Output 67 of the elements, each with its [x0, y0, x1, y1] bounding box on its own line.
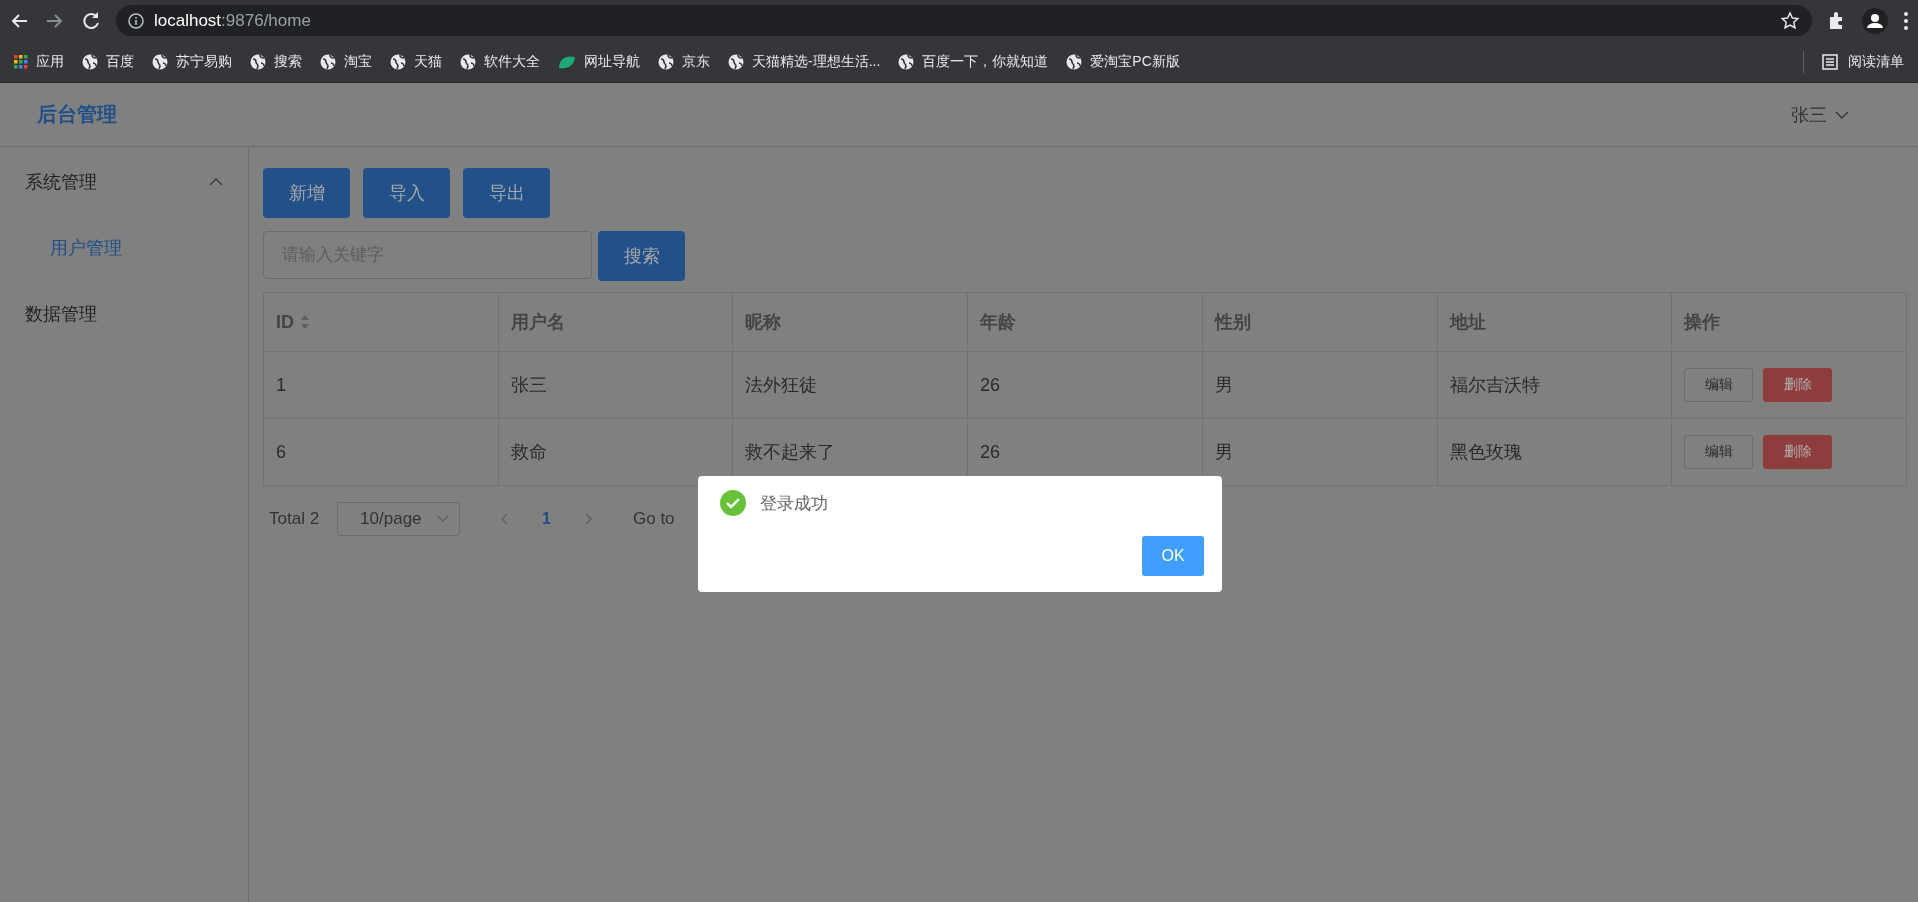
bookmark[interactable]: 软件大全 [460, 52, 540, 71]
edit-button[interactable]: 编辑 [1684, 435, 1754, 469]
globe-icon [460, 53, 476, 70]
reading-list-button[interactable]: 阅读清单 [1822, 52, 1904, 71]
bookmark[interactable]: 百度 [82, 52, 134, 71]
bookmark[interactable]: 京东 [658, 52, 710, 71]
bookmark[interactable]: 淘宝 [320, 52, 372, 71]
search-button[interactable]: 搜索 [598, 231, 685, 281]
url-text: localhost:9876/home [154, 10, 311, 31]
star-icon[interactable] [1780, 10, 1800, 31]
column-header: 用户名 [498, 292, 733, 352]
chevron-down-icon [1835, 109, 1849, 120]
bookmark[interactable]: 天猫 [390, 52, 442, 71]
dialog-message: 登录成功 [760, 492, 828, 515]
globe-icon [898, 53, 915, 70]
list-icon [1822, 53, 1838, 70]
menu-item[interactable]: 数据管理 [0, 281, 248, 347]
globe-icon [152, 53, 168, 70]
delete-button[interactable]: 删除 [1763, 435, 1833, 469]
globe-icon [390, 53, 406, 70]
column-header: 年龄 [967, 292, 1203, 352]
column-header: 昵称 [732, 292, 968, 352]
page-number[interactable]: 1 [542, 510, 551, 528]
bookmark[interactable]: 苏宁易购 [152, 52, 232, 71]
globe-icon [82, 53, 98, 70]
total-count: Total 2 [269, 509, 320, 529]
toolbar-button[interactable]: 导入 [363, 168, 450, 218]
chevron-down-icon [437, 515, 450, 523]
page-size-select[interactable]: 10/page [337, 502, 461, 536]
globe-icon [320, 53, 336, 70]
bookmark[interactable]: 网址导航 [558, 52, 640, 71]
submenu-item[interactable]: 用户管理 [0, 215, 248, 281]
table-cell: 6 [263, 418, 499, 486]
avatar-icon[interactable] [1862, 7, 1888, 34]
menu-item[interactable]: 系统管理 [0, 149, 248, 215]
delete-button[interactable]: 删除 [1763, 368, 1833, 402]
brand-title: 后台管理 [37, 102, 117, 127]
info-icon [128, 12, 144, 29]
goto-label: Go to [633, 509, 675, 529]
bookmark[interactable]: 天猫精选-理想生活... [728, 52, 881, 71]
grid-icon [14, 54, 28, 69]
ok-button[interactable]: OK [1142, 536, 1204, 576]
bookmark[interactable]: 爱淘宝PC新版 [1066, 52, 1180, 71]
user-menu[interactable]: 张三 [1791, 102, 1849, 127]
globe-icon [658, 53, 674, 70]
bookmark[interactable]: 应用 [14, 52, 64, 71]
toolbar-button[interactable]: 导出 [463, 168, 550, 218]
table-cell: 福尔吉沃特 [1437, 351, 1672, 419]
globe-icon [1066, 53, 1083, 70]
table-cell: 黑色玫瑰 [1437, 418, 1672, 486]
globe-icon [728, 53, 744, 70]
table-cell: 法外狂徒 [732, 351, 968, 419]
column-header: ID [263, 292, 499, 352]
edit-button[interactable]: 编辑 [1684, 368, 1754, 402]
globe-icon [250, 53, 266, 70]
column-header: 地址 [1437, 292, 1672, 352]
bookmark[interactable]: 百度一下，你就知道 [898, 52, 1049, 71]
column-header: 操作 [1671, 292, 1907, 352]
address-bar[interactable]: localhost:9876/home [116, 5, 1812, 36]
column-header: 性别 [1202, 292, 1437, 352]
table-cell: 张三 [498, 351, 733, 419]
toolbar-button[interactable]: 新增 [263, 168, 350, 218]
more-icon[interactable] [1902, 9, 1910, 32]
bookmark[interactable]: 搜索 [250, 52, 302, 71]
table-cell: 男 [1202, 351, 1437, 419]
table-cell: 1 [263, 351, 499, 419]
table-cell: 26 [967, 351, 1203, 419]
